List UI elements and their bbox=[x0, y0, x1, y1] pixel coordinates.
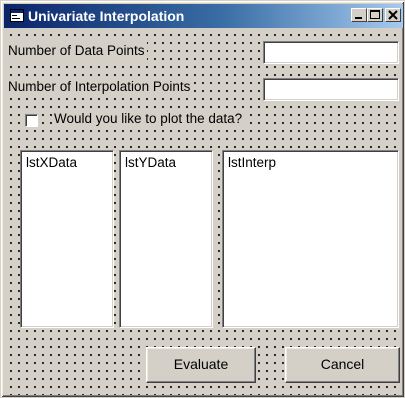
title-bar[interactable]: Univariate Interpolation bbox=[4, 4, 403, 28]
x-data-listbox[interactable]: lstXData bbox=[20, 150, 114, 328]
univariate-interpolation-window: Univariate Interpolation Number of Data … bbox=[0, 0, 405, 398]
y-data-listbox-name: lstYData bbox=[125, 155, 177, 170]
form-icon bbox=[10, 9, 24, 22]
form-client-area: Number of Data Points Number of Interpol… bbox=[5, 29, 402, 395]
num-data-points-input[interactable] bbox=[263, 41, 399, 64]
close-button[interactable] bbox=[385, 8, 401, 22]
plot-data-checkbox[interactable] bbox=[25, 114, 38, 127]
minimize-button[interactable] bbox=[351, 8, 367, 22]
x-data-listbox-name: lstXData bbox=[26, 155, 78, 170]
maximize-icon bbox=[370, 10, 380, 19]
cancel-button[interactable]: Cancel bbox=[285, 347, 400, 383]
maximize-button[interactable] bbox=[367, 8, 383, 22]
plot-data-checkbox-label: Would you like to plot the data? bbox=[54, 110, 245, 128]
evaluate-button[interactable]: Evaluate bbox=[146, 347, 256, 383]
num-data-points-label: Number of Data Points bbox=[8, 42, 147, 60]
num-interp-points-input[interactable] bbox=[263, 78, 399, 101]
close-icon bbox=[388, 10, 398, 20]
minimize-icon bbox=[355, 17, 362, 19]
num-interp-points-label: Number of Interpolation Points bbox=[8, 78, 193, 96]
interp-listbox-name: lstInterp bbox=[228, 155, 277, 170]
y-data-listbox[interactable]: lstYData bbox=[119, 150, 213, 328]
window-title: Univariate Interpolation bbox=[28, 8, 185, 24]
interp-listbox[interactable]: lstInterp bbox=[222, 150, 399, 328]
